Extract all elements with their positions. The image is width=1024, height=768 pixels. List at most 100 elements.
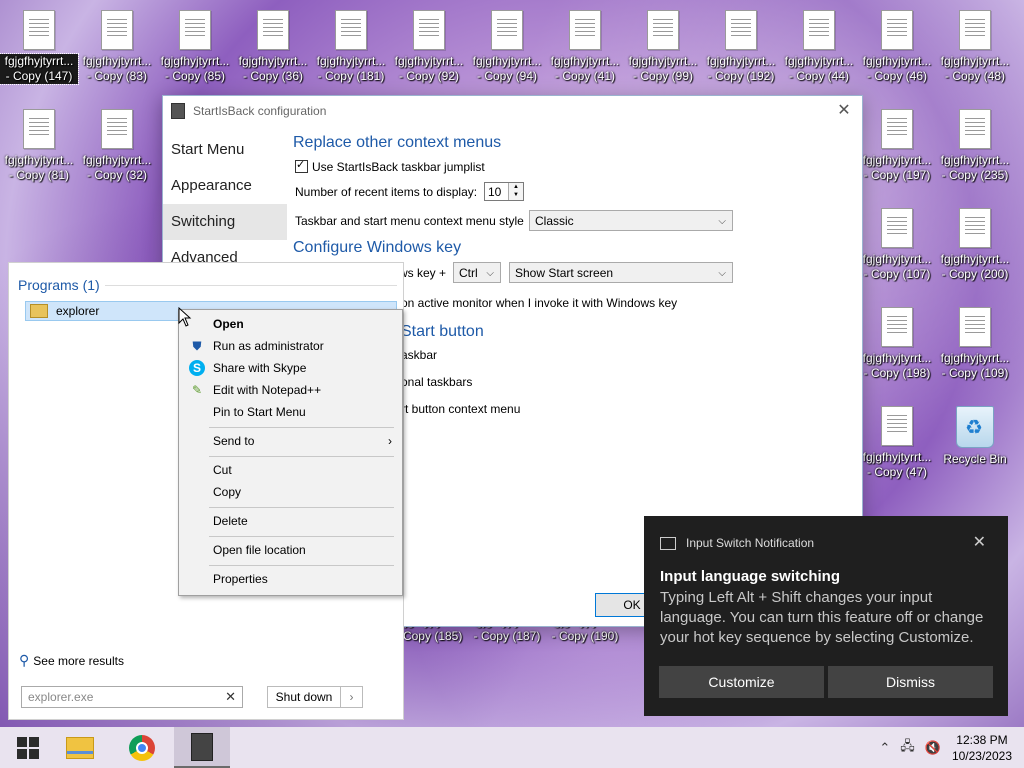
- close-icon[interactable]: ✕: [832, 100, 856, 122]
- winkey-modifier-select[interactable]: Ctrl ⌵: [453, 262, 501, 283]
- desktop-icon-label: fgjgfhyjtyrrt... - Copy (192): [706, 54, 776, 83]
- shutdown-button[interactable]: Shut down ›: [267, 686, 363, 708]
- desktop-file-icon[interactable]: fgjgfhyjtyrrt... - Copy (147): [0, 10, 79, 85]
- document-icon: [725, 10, 757, 50]
- nav-switching[interactable]: Switching: [163, 204, 287, 240]
- desktop-file-icon[interactable]: fgjgfhyjtyrrt... - Copy (198): [858, 307, 936, 381]
- shutdown-label[interactable]: Shut down: [268, 687, 340, 707]
- recycle-bin-icon: [956, 406, 994, 448]
- document-icon: [959, 307, 991, 347]
- volume-muted-icon[interactable]: 🔇: [920, 740, 946, 756]
- desktop-file-icon[interactable]: fgjgfhyjtyrrt... - Copy (107): [858, 208, 936, 282]
- menu-item-pin-start[interactable]: Pin to Start Menu: [179, 401, 402, 423]
- start-button[interactable]: [0, 727, 56, 768]
- run-as-admin-label: Run as administrator: [213, 339, 324, 353]
- context-style-label: Taskbar and start menu context menu styl…: [295, 214, 524, 228]
- app-icon: [171, 103, 185, 119]
- desktop-icon-label: fgjgfhyjtyrrt... - Copy (47): [862, 450, 932, 479]
- document-icon: [881, 307, 913, 347]
- desktop-recycle-bin[interactable]: Recycle Bin: [936, 406, 1014, 467]
- section-heading-context-menus: Replace other context menus: [293, 134, 502, 151]
- network-icon[interactable]: 🖧: [895, 737, 920, 759]
- desktop-file-icon[interactable]: fgjgfhyjtyrrt... - Copy (83): [78, 10, 156, 84]
- desktop-file-icon[interactable]: fgjgfhyjtyrrt... - Copy (36): [234, 10, 312, 84]
- start-button-option-1[interactable]: askbar: [401, 348, 437, 362]
- menu-item-properties[interactable]: Properties: [179, 568, 402, 590]
- desktop-icon-label: fgjgfhyjtyrrt... - Copy (147): [0, 53, 79, 85]
- desktop-file-icon[interactable]: fgjgfhyjtyrrt... - Copy (85): [156, 10, 234, 84]
- nav-appearance[interactable]: Appearance: [163, 168, 287, 204]
- chevron-up-icon[interactable]: ⌃: [874, 740, 895, 756]
- taskbar-startisback[interactable]: [174, 727, 230, 768]
- skype-icon: S: [189, 360, 205, 376]
- menu-item-share-skype[interactable]: S Share with Skype: [179, 357, 402, 379]
- clock-time: 12:38 PM: [956, 732, 1008, 747]
- desktop-file-icon[interactable]: fgjgfhyjtyrrt... - Copy (109): [936, 307, 1014, 381]
- search-input[interactable]: explorer.exe ✕: [21, 686, 243, 708]
- context-style-select[interactable]: Classic ⌵: [529, 210, 733, 231]
- recent-items-spinner[interactable]: 10 ▲ ▼: [484, 182, 524, 201]
- desktop-file-icon[interactable]: fgjgfhyjtyrrt... - Copy (44): [780, 10, 858, 84]
- desktop-file-icon[interactable]: fgjgfhyjtyrrt... - Copy (99): [624, 10, 702, 84]
- start-button-option-2[interactable]: onal taskbars: [401, 375, 472, 389]
- desktop-file-icon[interactable]: fgjgfhyjtyrrt... - Copy (92): [390, 10, 468, 84]
- desktop-file-icon[interactable]: fgjgfhyjtyrrt... - Copy (181): [312, 10, 390, 84]
- desktop-file-icon[interactable]: fgjgfhyjtyrrt... - Copy (47): [858, 406, 936, 480]
- dismiss-button[interactable]: Dismiss: [828, 666, 993, 698]
- jumplist-checkbox-row[interactable]: Use StartIsBack taskbar jumplist: [295, 158, 485, 174]
- settings-nav: Start Menu Appearance Switching Advanced: [163, 132, 287, 276]
- desktop-file-icon[interactable]: fgjgfhyjtyrrt... - Copy (235): [936, 109, 1014, 183]
- desktop-file-icon[interactable]: fgjgfhyjtyrrt... - Copy (81): [0, 109, 78, 183]
- document-icon: [179, 10, 211, 50]
- menu-item-run-as-admin[interactable]: ⛊ Run as administrator: [179, 335, 402, 357]
- desktop-file-icon[interactable]: fgjgfhyjtyrrt... - Copy (41): [546, 10, 624, 84]
- desktop-icon-label: fgjgfhyjtyrrt... - Copy (32): [82, 153, 152, 182]
- menu-item-delete[interactable]: Delete: [179, 510, 402, 532]
- start-button-option-3[interactable]: rt button context menu: [401, 402, 520, 416]
- desktop-file-icon[interactable]: fgjgfhyjtyrrt... - Copy (32): [78, 109, 156, 183]
- desktop-file-icon[interactable]: fgjgfhyjtyrrt... - Copy (48): [936, 10, 1014, 84]
- section-heading-start-button: Start button: [401, 323, 484, 340]
- menu-item-send-to[interactable]: Send to ›: [179, 430, 402, 452]
- jumplist-checkbox[interactable]: [295, 158, 308, 173]
- shutdown-options-arrow-icon[interactable]: ›: [340, 687, 362, 707]
- taskbar-file-explorer[interactable]: [52, 727, 108, 768]
- active-monitor-option[interactable]: on active monitor when I invoke it with …: [401, 296, 677, 310]
- desktop-icon-label: fgjgfhyjtyrrt... - Copy (94): [472, 54, 542, 83]
- menu-item-notepadpp[interactable]: ✎ Edit with Notepad++: [179, 379, 402, 401]
- desktop-file-icon[interactable]: fgjgfhyjtyrrt... - Copy (46): [858, 10, 936, 84]
- menu-separator: [209, 536, 394, 537]
- desktop-file-icon[interactable]: fgjgfhyjtyrrt... - Copy (94): [468, 10, 546, 84]
- menu-separator: [209, 565, 394, 566]
- jumplist-label: Use StartIsBack taskbar jumplist: [312, 160, 485, 174]
- taskbar-chrome[interactable]: [114, 727, 170, 768]
- menu-item-copy[interactable]: Copy: [179, 481, 402, 503]
- desktop-file-icon[interactable]: fgjgfhyjtyrrt... - Copy (197): [858, 109, 936, 183]
- menu-item-open-location[interactable]: Open file location: [179, 539, 402, 561]
- menu-item-open[interactable]: Open: [179, 313, 402, 335]
- winkey-action-value: Show Start screen: [515, 266, 614, 280]
- customize-button[interactable]: Customize: [659, 666, 824, 698]
- nav-start-menu[interactable]: Start Menu: [163, 132, 287, 168]
- chevron-right-icon: ›: [388, 434, 392, 448]
- desktop-file-icon[interactable]: fgjgfhyjtyrrt... - Copy (192): [702, 10, 780, 84]
- clear-search-icon[interactable]: ✕: [225, 687, 236, 707]
- spinner-arrows[interactable]: ▲ ▼: [508, 183, 523, 200]
- close-icon[interactable]: ✕: [973, 532, 986, 552]
- desktop-file-icon[interactable]: fgjgfhyjtyrrt... - Copy (200): [936, 208, 1014, 282]
- clock[interactable]: 12:38 PM 10/23/2023: [946, 732, 1024, 764]
- desktop-icon-label: fgjgfhyjtyrrt... - Copy (41): [550, 54, 620, 83]
- explorer-icon: [30, 304, 48, 318]
- window-titlebar[interactable]: StartIsBack configuration: [163, 96, 862, 126]
- desktop-icon-label: fgjgfhyjtyrrt... - Copy (107): [862, 252, 932, 281]
- winkey-action-select[interactable]: Show Start screen ⌵: [509, 262, 733, 283]
- chevron-down-icon: ⌵: [486, 268, 494, 279]
- document-icon: [101, 109, 133, 149]
- document-icon: [881, 406, 913, 446]
- desktop-icon-label: fgjgfhyjtyrrt... - Copy (81): [4, 153, 74, 182]
- document-icon: [491, 10, 523, 50]
- desktop-icon-label: fgjgfhyjtyrrt... - Copy (85): [160, 54, 230, 83]
- see-more-results-link[interactable]: ⚲ See more results: [19, 652, 124, 669]
- document-icon: [881, 109, 913, 149]
- menu-item-cut[interactable]: Cut: [179, 459, 402, 481]
